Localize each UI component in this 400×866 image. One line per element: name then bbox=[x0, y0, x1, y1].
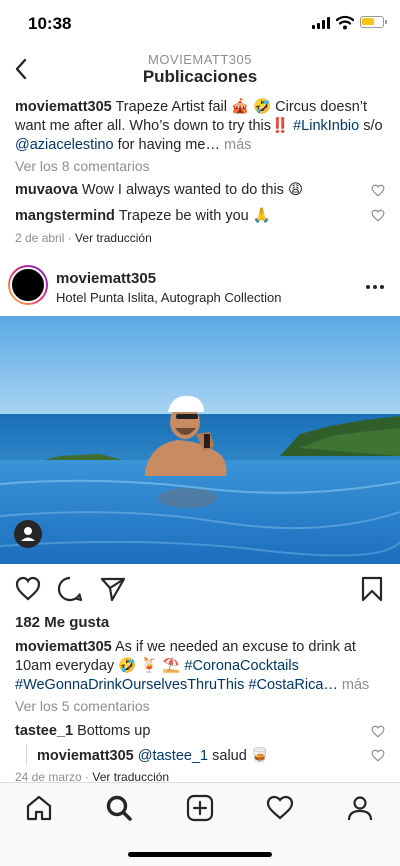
reply-text: salud 🥃 bbox=[208, 748, 269, 764]
hashtag-link[interactable]: #CostaRica… bbox=[248, 677, 337, 693]
comment-username[interactable]: muvaova bbox=[15, 182, 78, 198]
add-post-icon[interactable] bbox=[185, 793, 215, 823]
header-username: MOVIEMATT305 bbox=[147, 52, 252, 67]
save-bookmark-icon[interactable] bbox=[358, 575, 386, 603]
top-nav: MOVIEMATT305 Publicaciones bbox=[0, 44, 400, 94]
reply-username[interactable]: moviematt305 bbox=[37, 748, 134, 764]
avatar[interactable] bbox=[8, 265, 48, 305]
reply-row: moviematt305 @tastee_1 salud 🥃 bbox=[37, 747, 269, 764]
post-location[interactable]: Hotel Punta Islita, Autograph Collection bbox=[56, 290, 281, 305]
reply-thread-line bbox=[26, 744, 27, 766]
more-link[interactable]: más bbox=[224, 137, 251, 153]
likes-count[interactable]: 182 Me gusta bbox=[15, 614, 109, 631]
post1-caption: moviematt305 Trapeze Artist fail 🎪 🤣 Cir… bbox=[15, 99, 383, 153]
comment-row: muvaova Wow I always wanted to do this 😩 bbox=[15, 182, 303, 198]
page-title: Publicaciones bbox=[142, 67, 258, 86]
translate-link[interactable]: Ver traducción bbox=[75, 231, 152, 245]
comment-row: tastee_1 Bottoms up bbox=[15, 723, 150, 739]
comment-username[interactable]: mangstermind bbox=[15, 208, 115, 224]
comment-text: Bottoms up bbox=[73, 723, 151, 739]
comment-like-heart-icon[interactable] bbox=[371, 184, 385, 197]
caption-username[interactable]: moviematt305 bbox=[15, 99, 112, 115]
share-paper-plane-icon[interactable] bbox=[99, 575, 127, 603]
comment-like-heart-icon[interactable] bbox=[371, 725, 385, 738]
view-comments-link[interactable]: Ver los 5 comentarios bbox=[15, 698, 150, 714]
post2-caption: moviematt305 As if we needed an excuse t… bbox=[15, 638, 387, 695]
comment-like-heart-icon[interactable] bbox=[371, 209, 385, 222]
caption-username[interactable]: moviematt305 bbox=[15, 639, 112, 655]
mention-link[interactable]: @aziacelestino bbox=[15, 137, 114, 153]
cellular-signal-icon bbox=[312, 17, 332, 29]
comment-row: mangstermind Trapeze be with you 🙏 bbox=[15, 207, 271, 224]
comment-username[interactable]: tastee_1 bbox=[15, 723, 73, 739]
post-username[interactable]: moviematt305 bbox=[56, 270, 156, 287]
comment-like-heart-icon[interactable] bbox=[371, 749, 385, 762]
activity-heart-icon[interactable] bbox=[265, 793, 295, 823]
wifi-icon bbox=[336, 15, 354, 30]
profile-icon[interactable] bbox=[345, 793, 375, 823]
comment-icon[interactable] bbox=[56, 575, 84, 603]
hashtag-link[interactable]: #CoronaCocktails bbox=[184, 658, 298, 674]
hashtag-link[interactable]: #WeGonnaDrinkOurselvesThruThis bbox=[15, 677, 244, 693]
clock: 10:38 bbox=[28, 14, 72, 33]
status-bar: 10:38 bbox=[0, 0, 400, 44]
tagged-users-icon[interactable] bbox=[14, 520, 42, 548]
battery-icon bbox=[360, 16, 387, 28]
post-date: 2 de abril · Ver traducción bbox=[15, 231, 152, 245]
like-heart-icon[interactable] bbox=[14, 575, 42, 603]
more-link[interactable]: más bbox=[338, 677, 369, 693]
home-icon[interactable] bbox=[24, 793, 54, 823]
mention-link[interactable]: @tastee_1 bbox=[134, 748, 208, 764]
comment-text: Wow I always wanted to do this 😩 bbox=[77, 182, 304, 198]
post-photo[interactable] bbox=[0, 316, 400, 564]
comment-text: Trapeze be with you 🙏 bbox=[114, 208, 271, 224]
home-indicator bbox=[128, 852, 272, 857]
more-options-icon[interactable] bbox=[366, 285, 386, 289]
search-icon[interactable] bbox=[104, 793, 134, 823]
view-comments-link[interactable]: Ver los 8 comentarios bbox=[15, 158, 150, 174]
hashtag-link[interactable]: #LinkInbio bbox=[293, 118, 359, 134]
